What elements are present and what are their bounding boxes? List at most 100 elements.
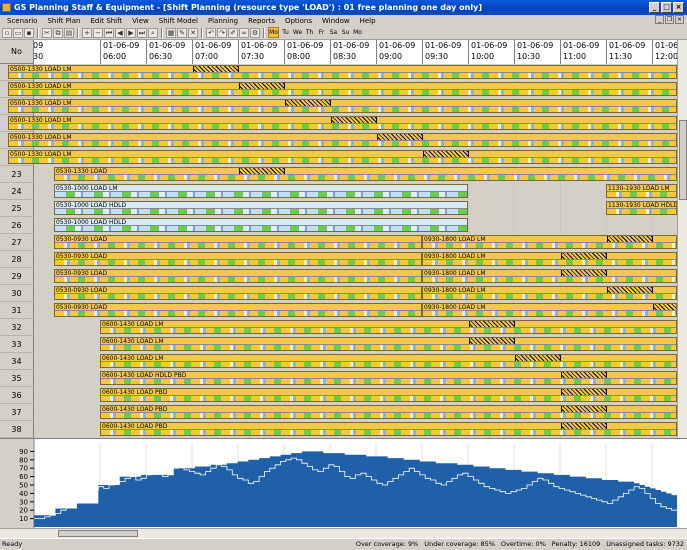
task-strip — [55, 225, 467, 231]
shift-bar[interactable]: 0600-1430 LOAD PBD — [100, 405, 677, 419]
scroll-thumb[interactable] — [679, 120, 687, 200]
menu-item-options[interactable]: Options — [280, 17, 317, 25]
previous-icon[interactable]: ◀ — [115, 27, 125, 38]
shift-bar[interactable]: 0530-0930 LOAD — [54, 286, 422, 300]
menu-item-scenario[interactable]: Scenario — [2, 17, 42, 25]
task-strip — [423, 293, 676, 299]
shift-bar[interactable]: 1130-1930 LOAD HDLD PBD — [606, 201, 677, 215]
shift-bar[interactable]: 1130-1930 LOAD LM — [606, 184, 677, 198]
shift-bar[interactable]: 0530-0930 LOAD — [54, 252, 422, 266]
shift-bar[interactable]: 0500-1330 LOAD LM — [8, 65, 677, 79]
last-icon[interactable]: ⏭ — [137, 27, 147, 38]
shift-bar[interactable]: 0600-1430 LOAD HDLD PBD — [100, 371, 677, 385]
shift-bar[interactable]: 0600-1430 LOAD LM — [100, 320, 677, 334]
coverage-chart: 90 80 70 60 50 40 30 20 10 — [0, 438, 687, 529]
y-tick-label: 80 — [19, 456, 28, 464]
shift-bar[interactable]: 0600-1430 LOAD PBD — [100, 422, 677, 436]
task-strip — [101, 395, 676, 401]
day-button-th[interactable]: Th — [304, 27, 315, 38]
time-header-time: 06:00 — [103, 52, 127, 61]
time-header-date: 01-06-09 — [241, 41, 278, 50]
shift-bar[interactable]: 0530-0930 LOAD — [54, 303, 422, 317]
zoom-in-icon[interactable]: + — [82, 27, 92, 38]
new-icon[interactable]: ▫ — [2, 27, 12, 38]
menu-item-reports[interactable]: Reports — [243, 17, 280, 25]
menu-item-shift-plan[interactable]: Shift Plan — [42, 17, 85, 25]
task-strip — [55, 242, 421, 248]
time-header: 01-06-09 08:00 — [284, 40, 323, 64]
menu-item-view[interactable]: View — [127, 17, 154, 25]
time-header-time: 07:00 — [195, 52, 219, 61]
menu-item-help[interactable]: Help — [355, 17, 381, 25]
horizontal-scrollbar[interactable] — [0, 528, 687, 538]
time-header-date: 01-06-09 — [563, 41, 600, 50]
shift-bar[interactable]: 0600-1430 LOAD PBD — [100, 388, 677, 402]
day-button-sa[interactable]: Sa — [328, 27, 339, 38]
paste-icon[interactable]: ▤ — [64, 27, 74, 38]
shift-bar[interactable]: 0500-1330 LOAD LM — [8, 133, 677, 147]
close-icon[interactable]: × — [673, 2, 684, 13]
shift-bar[interactable]: 0930-1800 LOAD LM — [422, 235, 677, 249]
zoom-out-icon[interactable]: − — [93, 27, 103, 38]
shift-bar[interactable]: 0930-1800 LOAD LM — [422, 303, 677, 317]
restore-icon[interactable]: ❐ — [665, 15, 674, 24]
menu-item-window[interactable]: Window — [317, 17, 355, 25]
shift-bar[interactable]: 0930-1800 LOAD LM — [422, 252, 677, 266]
toolbar-separator — [77, 27, 79, 38]
menu-item-edit-shift[interactable]: Edit Shift — [85, 17, 127, 25]
shift-bar[interactable]: 0930-1800 LOAD LM — [422, 269, 677, 283]
copy-icon[interactable]: ⧉ — [53, 27, 63, 38]
save-icon[interactable]: ▪ — [24, 27, 34, 38]
row-number: 23 — [0, 166, 34, 183]
day-button-fr[interactable]: Fr — [316, 27, 327, 38]
shift-bar[interactable]: 0600-1430 LOAD LM — [100, 354, 677, 368]
close-icon[interactable]: × — [675, 15, 684, 24]
settings-icon[interactable]: ⚙ — [250, 27, 260, 38]
maximize-icon[interactable]: □ — [661, 2, 672, 13]
delete-icon[interactable]: ✕ — [188, 27, 198, 38]
task-strip — [101, 412, 676, 418]
day-button-we[interactable]: We — [292, 27, 303, 38]
row-number: 33 — [0, 336, 34, 353]
find-icon[interactable]: ⌕ — [148, 27, 158, 38]
link-icon[interactable]: ∞ — [239, 27, 249, 38]
edit-icon[interactable]: ✎ — [177, 27, 187, 38]
shift-bar[interactable]: 0530-1000 LOAD HDLD — [54, 218, 468, 232]
app-icon — [2, 3, 11, 12]
shift-bar[interactable]: 0530-0930 LOAD — [54, 269, 422, 283]
shift-bar[interactable]: 0500-1330 LOAD LM — [8, 116, 677, 130]
day-selector: Mo Tu We Th Fr Sa Su Mo — [268, 27, 363, 38]
open-icon[interactable]: ▭ — [13, 27, 23, 38]
vertical-scrollbar[interactable] — [677, 40, 687, 438]
shift-bar[interactable]: 0500-1330 LOAD LM — [8, 99, 677, 113]
day-button-mo[interactable]: Mo — [352, 27, 363, 38]
shift-bar[interactable]: 0530-1330 LOAD — [54, 167, 677, 181]
shift-bar[interactable]: 0500-1330 LOAD LM — [8, 150, 677, 164]
day-button-tu[interactable]: Tu — [280, 27, 291, 38]
menu-item-shift-model[interactable]: Shift Model — [154, 17, 203, 25]
pen-icon[interactable]: ✐ — [228, 27, 238, 38]
shift-bar[interactable]: 0530-0930 LOAD — [54, 235, 422, 249]
undo-icon[interactable]: ↶ — [206, 27, 216, 38]
chart-icon[interactable]: ▦ — [166, 27, 176, 38]
task-strip — [9, 157, 676, 163]
menu-item-planning[interactable]: Planning — [203, 17, 243, 25]
redo-icon[interactable]: ↷ — [217, 27, 227, 38]
next-icon[interactable]: ▶ — [126, 27, 136, 38]
time-header-time: 08:00 — [287, 52, 311, 61]
shift-bar[interactable]: 0500-1330 LOAD LM — [8, 82, 677, 96]
shift-bar[interactable]: 0600-1430 LOAD LM — [100, 337, 677, 351]
scroll-thumb[interactable] — [58, 530, 138, 537]
shift-bar[interactable]: 0530-1000 LOAD HDLD — [54, 201, 468, 215]
shift-bar[interactable]: 0530-1000 LOAD LM — [54, 184, 468, 198]
toolbar: ▫ ▭ ▪ ✂ ⧉ ▤ + − ⏮ ◀ ▶ ⏭ ⌕ ▦ ✎ ✕ ↶ ↷ ✐ ∞ … — [0, 26, 687, 40]
day-button-su[interactable]: Su — [340, 27, 351, 38]
time-header-time: 09:00 — [379, 52, 403, 61]
coverage-chart-svg: 908070605040302010 — [0, 439, 677, 529]
minimize-icon[interactable]: _ — [649, 2, 660, 13]
shift-bar[interactable]: 0930-1800 LOAD LM — [422, 286, 677, 300]
first-icon[interactable]: ⏮ — [104, 27, 114, 38]
day-button-mo[interactable]: Mo — [268, 27, 279, 38]
cut-icon[interactable]: ✂ — [42, 27, 52, 38]
minimize-icon[interactable]: _ — [655, 15, 664, 24]
